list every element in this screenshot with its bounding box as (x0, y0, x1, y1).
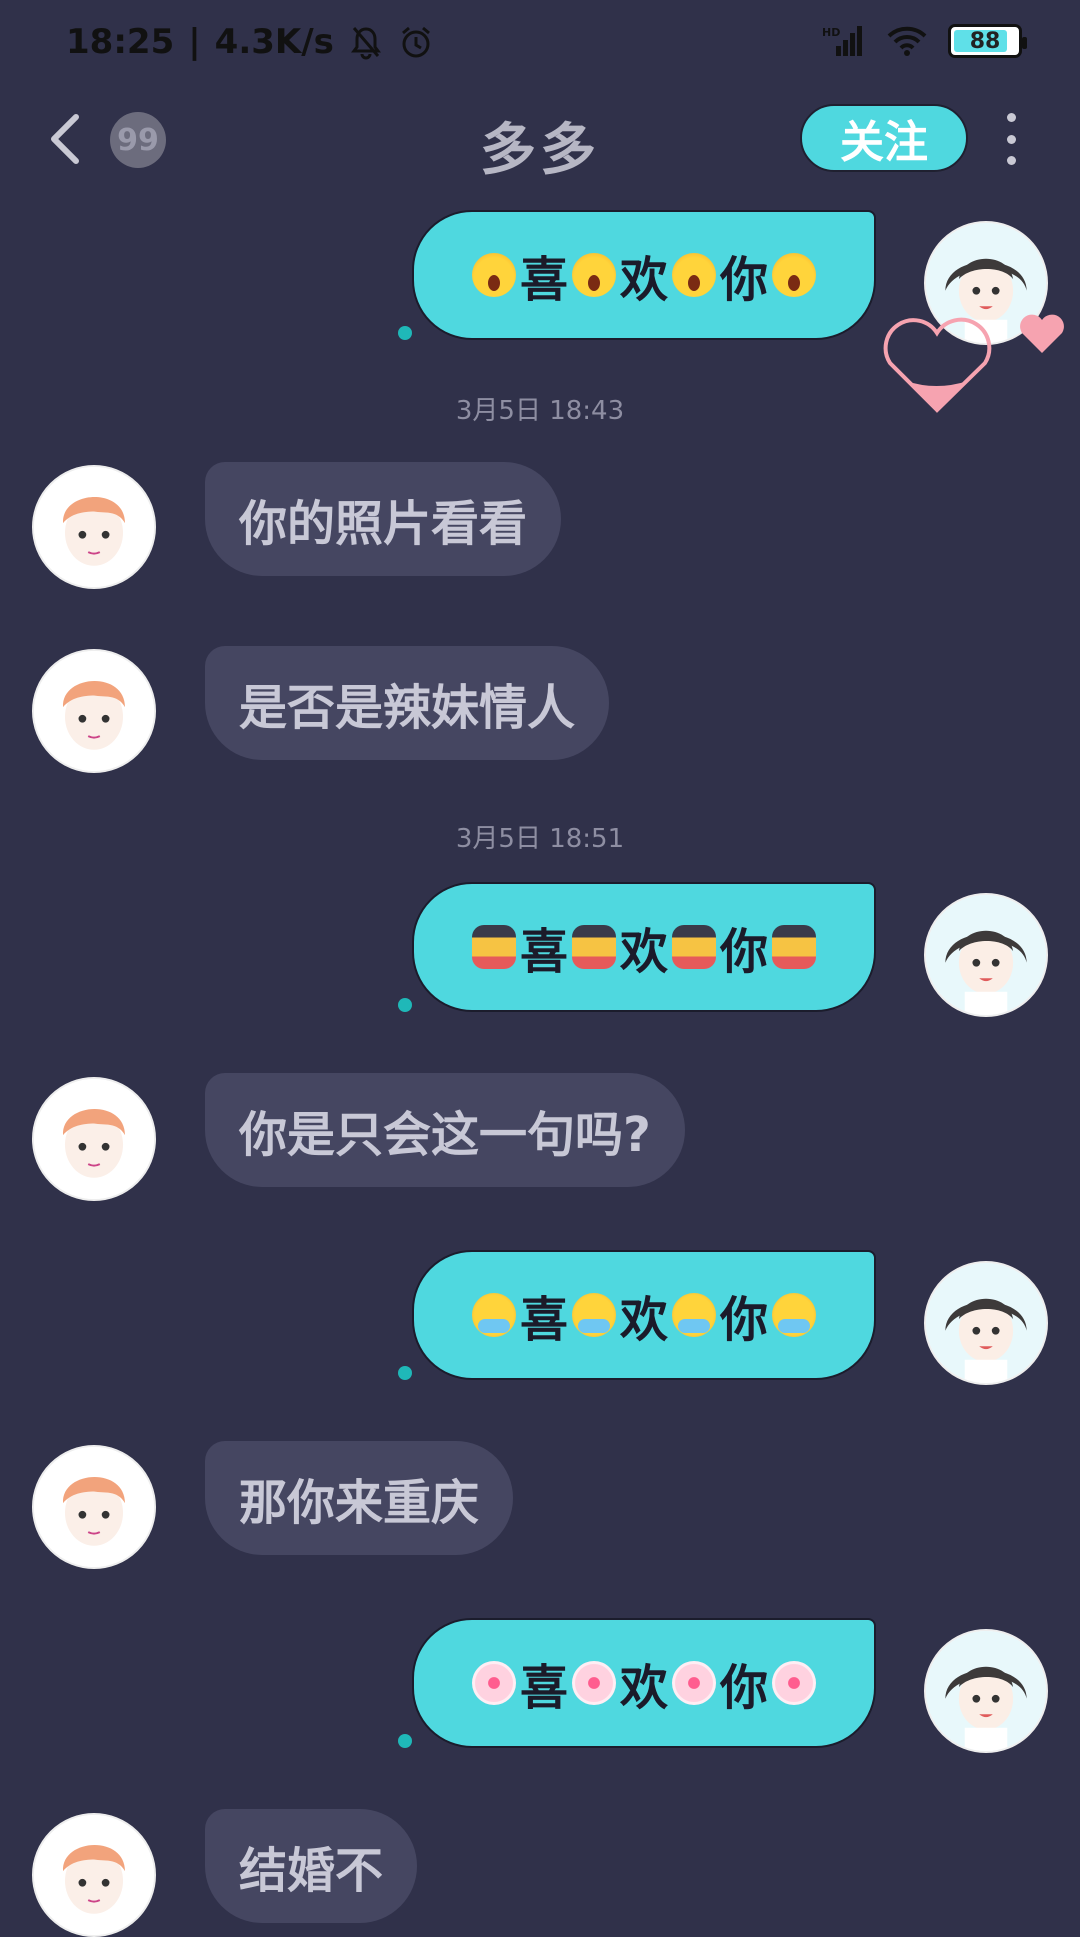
more-menu-icon[interactable] (1000, 113, 1022, 165)
message-text: 喜 (519, 252, 568, 308)
read-indicator (398, 1734, 412, 1748)
outgoing-message[interactable]: 喜 欢 你 (412, 210, 876, 340)
chat-header: 99 多多 关注 (0, 95, 1080, 185)
scream-emoji-icon (772, 253, 817, 297)
contact-avatar[interactable] (32, 649, 156, 773)
network-speed: 4.3K/s (214, 22, 334, 62)
battery-indicator: 88 (948, 24, 1027, 58)
message-text: 欢 (619, 924, 668, 980)
message-text: 喜 (519, 1292, 568, 1348)
heart-decoration-icon (1020, 314, 1064, 353)
scream-emoji-icon (471, 253, 516, 297)
incoming-message[interactable]: 结婚不 (205, 1809, 418, 1923)
message-text: 欢 (619, 1660, 668, 1716)
cherry-blossom-icon (672, 1661, 716, 1705)
contact-avatar[interactable] (32, 1813, 156, 1937)
my-avatar[interactable] (924, 893, 1048, 1017)
scream-emoji-icon (672, 253, 716, 297)
cherry-blossom-icon (471, 1661, 516, 1705)
read-indicator (398, 326, 412, 340)
outgoing-message[interactable]: 喜 欢 你 (412, 1618, 876, 1748)
mute-bell-icon (350, 27, 381, 60)
message-text: 欢 (619, 1292, 668, 1348)
status-separator: | (188, 22, 201, 62)
cherry-blossom-icon (772, 1661, 817, 1705)
message-text: 欢 (619, 252, 668, 308)
bear-emoji-icon (772, 925, 817, 969)
alarm-icon (401, 26, 430, 58)
message-text: 喜 (519, 1660, 568, 1716)
incoming-message[interactable]: 你的照片看看 (205, 462, 562, 576)
status-time: 18:25 (66, 22, 175, 62)
signal-icon: HD (822, 26, 862, 56)
my-avatar[interactable] (924, 1261, 1048, 1385)
read-indicator (398, 998, 412, 1012)
follow-button[interactable]: 关注 (800, 104, 968, 172)
contact-avatar[interactable] (32, 1077, 156, 1201)
incoming-message[interactable]: 是否是辣妹情人 (205, 646, 610, 760)
bear-emoji-icon (672, 925, 716, 969)
message-text: 你 (720, 252, 769, 308)
message-text: 喜 (519, 924, 568, 980)
outgoing-message[interactable]: 喜 欢 你 (412, 1250, 876, 1380)
message-timestamp: 3月5日 18:43 (455, 396, 625, 426)
crying-emoji-icon (772, 1293, 817, 1337)
message-text: 你 (720, 924, 769, 980)
crying-emoji-icon (471, 1293, 516, 1337)
crying-emoji-icon (672, 1293, 716, 1337)
scream-emoji-icon (571, 253, 616, 297)
incoming-message[interactable]: 那你来重庆 (205, 1441, 514, 1555)
read-indicator (398, 1366, 412, 1380)
contact-avatar[interactable] (32, 1445, 156, 1569)
bear-emoji-icon (471, 925, 516, 969)
cherry-blossom-icon (571, 1661, 616, 1705)
message-text: 你 (720, 1292, 769, 1348)
crying-emoji-icon (571, 1293, 616, 1337)
incoming-message[interactable]: 你是只会这一句吗? (205, 1073, 685, 1187)
my-avatar[interactable] (924, 1629, 1048, 1753)
message-text: 你 (720, 1660, 769, 1716)
contact-avatar[interactable] (32, 465, 156, 589)
svg-text:HD: HD (822, 26, 840, 39)
bear-emoji-icon (571, 925, 616, 969)
outgoing-message[interactable]: 喜 欢 你 (412, 882, 876, 1012)
message-timestamp: 3月5日 18:51 (455, 824, 625, 854)
status-bar: 18:25 | 4.3K/s HD 88 (0, 0, 1080, 95)
wifi-icon (887, 26, 927, 56)
battery-level: 88 (969, 28, 1001, 54)
